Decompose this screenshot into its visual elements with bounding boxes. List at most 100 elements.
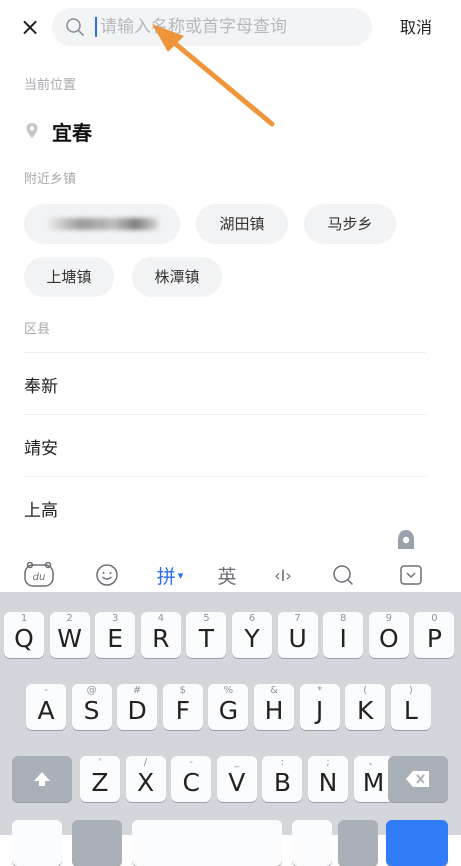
emoji-icon[interactable] <box>90 560 124 590</box>
key-x[interactable]: / X <box>125 756 166 802</box>
key-f[interactable]: $ F <box>162 684 203 730</box>
key-primary-label: R <box>152 624 170 653</box>
key-primary-label: X <box>137 768 155 797</box>
current-location-label: 当前位置 <box>24 78 77 93</box>
bottom-row-key[interactable] <box>12 820 62 866</box>
text-cursor <box>95 17 97 37</box>
key-l[interactable]: ) L <box>390 684 431 730</box>
key-b[interactable]: :B <box>262 756 303 802</box>
confirm-key[interactable] <box>386 820 448 866</box>
key-primary-label: A <box>37 696 55 725</box>
key-primary-label: B <box>273 768 291 797</box>
key-primary-label: K <box>356 696 374 725</box>
key-z[interactable]: ' Z <box>80 756 120 802</box>
du-text: du <box>33 572 46 583</box>
key-primary-label: O <box>378 624 399 653</box>
keyboard-toolbar: du 拼 ▾ 英 ‹I› <box>0 520 461 592</box>
redacted-blur <box>48 218 158 230</box>
town-chip[interactable]: 株潭镇 <box>132 257 222 297</box>
location-pin-icon <box>26 123 38 138</box>
key-primary-label: J <box>315 696 324 725</box>
pinyin-mode-button[interactable]: 拼 ▾ <box>150 560 190 590</box>
bottom-row-key[interactable] <box>292 820 332 866</box>
key-primary-label: H <box>264 696 284 725</box>
key-primary-label: N <box>318 768 338 797</box>
key-g[interactable]: % G <box>208 684 249 730</box>
magnifier-icon <box>333 565 353 585</box>
key-u[interactable]: 7U <box>277 612 318 658</box>
town-chip-redacted[interactable] <box>24 204 180 244</box>
key-p[interactable]: 0P <box>414 612 455 658</box>
county-list-item[interactable]: 奉新 <box>24 352 426 415</box>
key-w[interactable]: 2W <box>49 612 90 658</box>
key-n[interactable]: ; N <box>308 756 348 802</box>
key-k[interactable]: (K <box>345 684 386 730</box>
key-s[interactable]: @ S <box>71 684 112 730</box>
cancel-button[interactable]: 取消 <box>386 14 446 42</box>
shift-key[interactable] <box>12 756 72 802</box>
cursor-control-button[interactable]: ‹I› <box>266 560 300 590</box>
key-o[interactable]: 9O <box>368 612 409 658</box>
county-name: 奉新 <box>24 377 58 397</box>
chevron-down-box-icon <box>400 565 422 585</box>
key-h[interactable]: & H <box>254 684 294 730</box>
key-i[interactable]: 8I <box>323 612 364 658</box>
key-primary-label: Q <box>14 624 34 653</box>
key-q[interactable]: 1Q <box>4 612 44 658</box>
county-name: 靖安 <box>24 439 58 459</box>
key-primary-label: G <box>218 696 239 725</box>
town-chip[interactable]: 湖田镇 <box>196 204 288 244</box>
key-primary-label: V <box>228 768 246 797</box>
key-a[interactable]: -A <box>26 684 66 730</box>
pinyin-label: 拼 <box>156 565 176 588</box>
key-primary-label: Y <box>244 624 260 653</box>
chevron-down-icon: ▾ <box>177 568 184 582</box>
search-bar: × 取消 <box>0 0 461 56</box>
du-logo-icon[interactable]: du <box>22 560 56 590</box>
keyboard: 1Q2W3E4R5T6Y7U8I9O0P - A @ S # D $ F% G & H * J(K) L … <box>0 592 461 866</box>
collapse-keyboard-icon[interactable] <box>394 560 428 590</box>
bottom-row-key[interactable] <box>338 820 378 866</box>
bottom-row-key[interactable] <box>72 820 122 866</box>
key-c[interactable]: -C <box>171 756 212 802</box>
key-e[interactable]: 3E <box>95 612 136 658</box>
key-primary-label: U <box>288 624 307 653</box>
key-primary-label: T <box>198 624 215 653</box>
key-primary-label: W <box>57 624 82 653</box>
key-d[interactable]: # D <box>117 684 158 730</box>
key-primary-label: P <box>426 624 442 653</box>
key-primary-label: L <box>403 696 418 725</box>
voice-assistant-icon[interactable] <box>394 528 418 552</box>
current-city-name: 宜春 <box>52 120 92 145</box>
delete-key[interactable] <box>388 756 448 802</box>
county-list-item[interactable]: 靖安 <box>24 414 426 477</box>
key-primary-label: I <box>339 624 347 653</box>
town-chip[interactable]: 上塘镇 <box>24 257 114 297</box>
nearby-towns-label: 附近乡镇 <box>24 172 77 187</box>
key-v[interactable]: _ V <box>216 756 257 802</box>
key-r[interactable]: 4R <box>140 612 181 658</box>
key-j[interactable]: * J <box>299 684 340 730</box>
search-box[interactable] <box>52 8 372 46</box>
space-key[interactable] <box>132 820 282 866</box>
search-toolbar-icon[interactable] <box>326 560 360 590</box>
english-mode-button[interactable]: 英 <box>210 560 244 590</box>
key-t[interactable]: 5T <box>186 612 227 658</box>
county-label: 区县 <box>24 322 51 337</box>
close-icon[interactable]: × <box>16 10 44 44</box>
town-chip[interactable]: 马步乡 <box>304 204 396 244</box>
current-city[interactable]: 宜春 <box>22 116 92 146</box>
arrow-up-icon <box>34 772 50 786</box>
county-name: 上高 <box>24 501 58 521</box>
key-primary-label: E <box>107 624 124 653</box>
key-primary-label: D <box>127 696 147 725</box>
smile-icon <box>96 564 118 586</box>
key-primary-label: F <box>175 696 190 725</box>
key-primary-label: Z <box>91 768 109 797</box>
du-badge-icon: du <box>24 562 54 587</box>
search-input[interactable] <box>100 8 360 46</box>
key-primary-label: S <box>83 696 100 725</box>
backspace-icon <box>406 771 429 787</box>
key-y[interactable]: 6Y <box>232 612 272 658</box>
key-primary-label: C <box>182 768 200 797</box>
